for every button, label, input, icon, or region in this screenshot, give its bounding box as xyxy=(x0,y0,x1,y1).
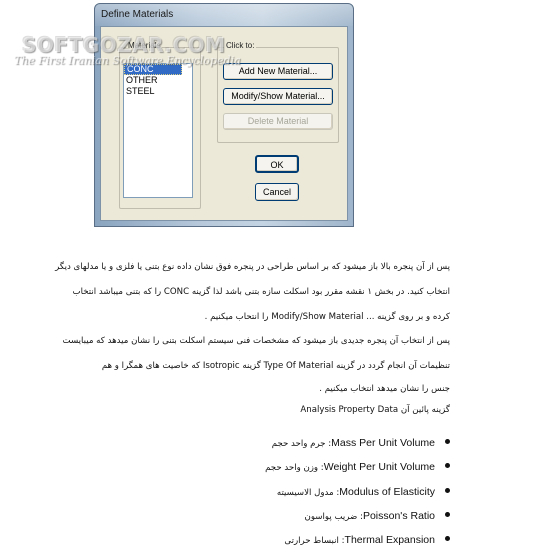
list-item-steel[interactable]: STEEL xyxy=(124,86,192,97)
bullet-item: Poisson's Ratio: ضریب پواسون xyxy=(302,504,450,523)
bullet-dot xyxy=(445,536,450,541)
bullet-dot xyxy=(445,512,450,517)
bullet-dot xyxy=(445,488,450,493)
dialog-title: Define Materials xyxy=(101,9,174,20)
bullet-item: Mass Per Unit Volume: جرم واحد حجم xyxy=(269,431,450,450)
bullet-item: Modulus of Elasticity: مدول الاسیسیته xyxy=(274,480,450,499)
click-to-group-label: Click to: xyxy=(224,41,257,50)
add-new-material-button[interactable]: Add New Material... xyxy=(223,63,333,80)
materials-listbox[interactable]: CONC OTHER STEEL xyxy=(123,63,193,198)
paragraph-2-line-3: جنس را نشان میدهد انتخاب میکنیم . xyxy=(319,384,450,394)
delete-material-button: Delete Material xyxy=(223,113,333,130)
bullet-dot xyxy=(445,463,450,468)
bullet-item: Weight Per Unit Volume: وزن واحد حجم xyxy=(262,455,450,474)
list-item-conc[interactable]: CONC xyxy=(124,64,182,75)
bullet-dot xyxy=(445,439,450,444)
paragraph-3: گزینه پائین آن Analysis Property Data xyxy=(300,405,450,415)
paragraph-2-line-2: تنظیمات آن انجام گردد در گزینه Type Of M… xyxy=(101,361,450,371)
materials-group-label: Materials xyxy=(126,41,163,50)
cancel-button[interactable]: Cancel xyxy=(255,183,299,201)
paragraph-1-line-3: کرده و بر روی گزینه ... Modify/Show Mate… xyxy=(204,312,450,322)
dialog-body: Materials Click to: CONC OTHER STEEL Add… xyxy=(100,26,348,221)
paragraph-2-line-1: پس از انتخاب آن پنجره جدیدی باز میشود که… xyxy=(62,336,450,346)
paragraph-1-line-1: پس از آن پنجره بالا باز میشود که بر اساس… xyxy=(55,262,450,272)
ok-button[interactable]: OK xyxy=(255,155,299,173)
paragraph-1-line-2: انتخاب کنید. در بخش ۱ نقشه مقرر بود اسکل… xyxy=(72,287,451,297)
define-materials-dialog: Define Materials Materials Click to: CON… xyxy=(94,3,354,227)
bullet-item: Thermal Expansion: انبساط حرارتی xyxy=(281,528,450,547)
modify-show-material-button[interactable]: Modify/Show Material... xyxy=(223,88,333,105)
list-item-other[interactable]: OTHER xyxy=(124,75,192,86)
